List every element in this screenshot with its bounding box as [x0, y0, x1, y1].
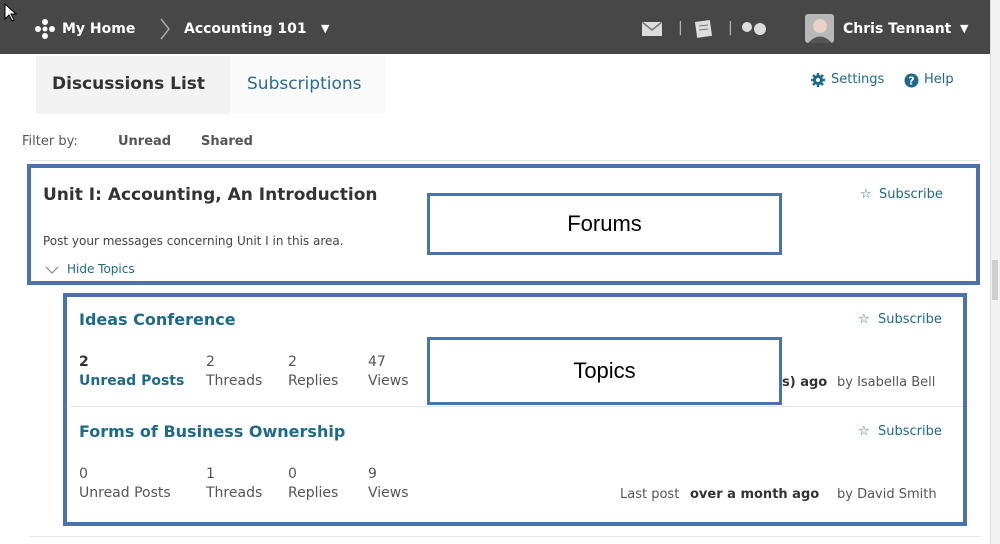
tab-subscriptions-label: Subscriptions — [247, 74, 362, 94]
tab-discussions-list-label: Discussions List — [52, 74, 206, 94]
filter-label: Filter by: — [22, 134, 78, 149]
my-home-link[interactable]: My Home — [62, 21, 135, 37]
breadcrumb-chevron-icon — [160, 18, 170, 40]
svg-text:?: ? — [908, 75, 914, 88]
scrollbar-thumb[interactable] — [992, 260, 998, 300]
top-nav-bar — [0, 0, 990, 54]
gear-icon[interactable] — [811, 73, 825, 87]
divider — [30, 536, 980, 537]
avatar[interactable] — [805, 14, 834, 43]
divider: | — [678, 20, 683, 36]
help-icon[interactable]: ? — [904, 73, 919, 88]
chevron-down-icon[interactable]: ▼ — [321, 22, 329, 35]
subscriptions-icon[interactable] — [740, 21, 770, 37]
message-icon[interactable] — [641, 21, 663, 37]
forums-callout: Forums — [427, 193, 782, 255]
divider: | — [728, 20, 733, 36]
help-link[interactable]: Help — [924, 72, 954, 87]
mouse-cursor-icon — [4, 3, 18, 22]
topics-callout: Topics — [427, 337, 782, 405]
course-selector[interactable]: Accounting 101 — [184, 21, 307, 37]
user-menu[interactable]: Chris Tennant — [843, 21, 951, 37]
topics-highlight-box — [63, 293, 967, 526]
filter-shared[interactable]: Shared — [201, 134, 253, 149]
divider — [30, 160, 980, 161]
updates-icon[interactable] — [692, 17, 716, 39]
settings-link[interactable]: Settings — [831, 72, 884, 87]
home-flower-icon[interactable] — [34, 18, 56, 40]
filter-unread[interactable]: Unread — [118, 134, 171, 149]
chevron-down-icon[interactable]: ▼ — [960, 22, 968, 35]
